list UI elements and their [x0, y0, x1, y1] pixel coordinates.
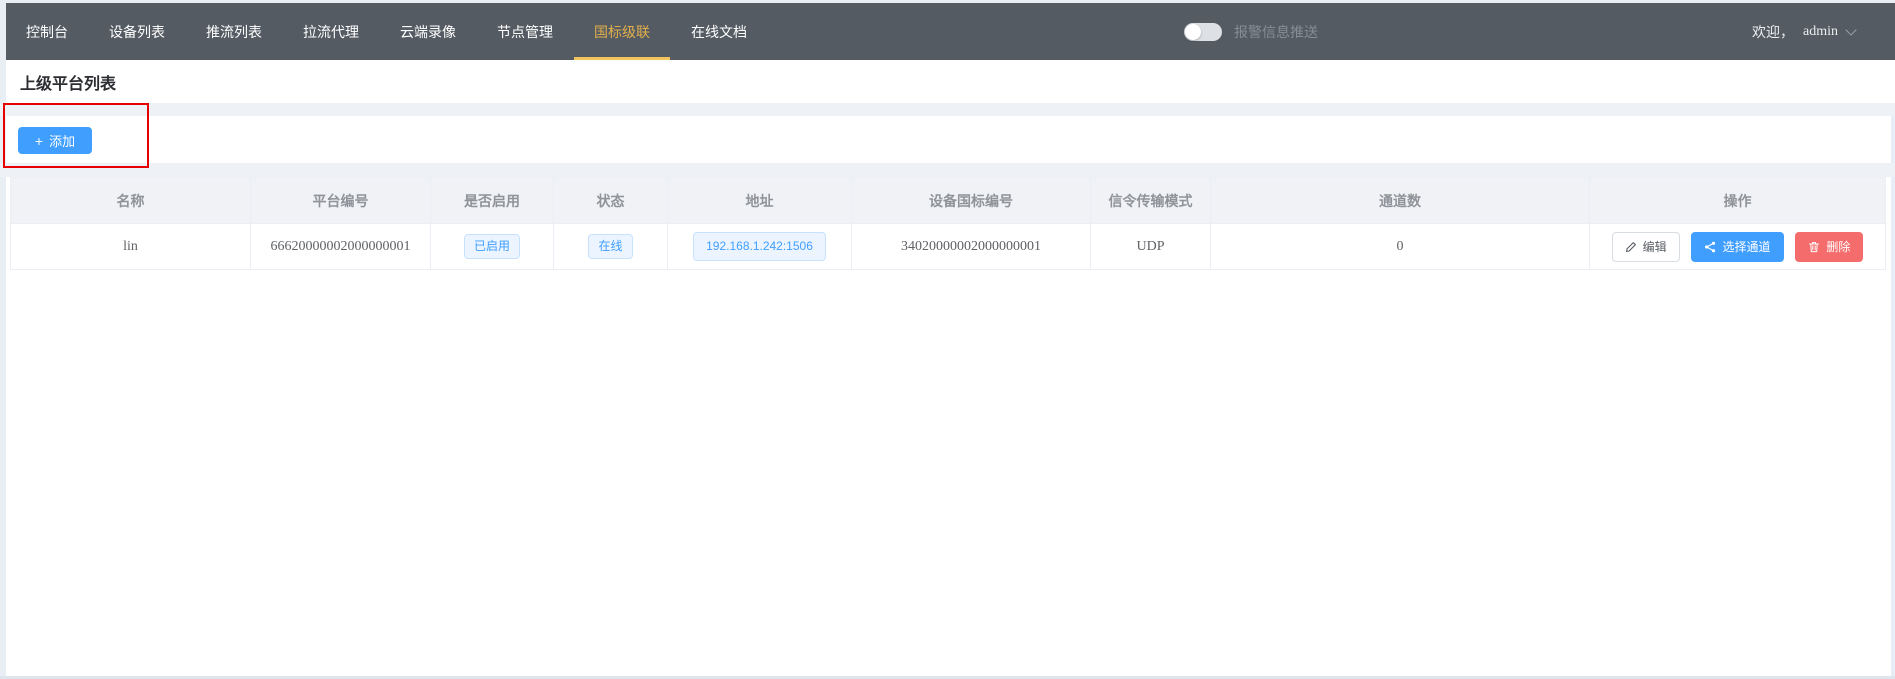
nav-item-push-stream-list[interactable]: 推流列表 [186, 3, 282, 60]
cell-channel-count: 0 [1211, 224, 1590, 270]
header-name: 名称 [11, 178, 251, 224]
enabled-badge: 已启用 [464, 234, 520, 258]
address-link[interactable]: 192.168.1.242:1506 [693, 232, 826, 260]
section-divider-band [0, 163, 1895, 177]
username: admin [1803, 24, 1838, 40]
platform-table: 名称 平台编号 是否启用 状态 地址 设备国标编号 信令传输模式 通道数 操作 … [10, 177, 1885, 270]
alarm-push-toggle[interactable] [1184, 23, 1222, 41]
select-channel-button-label: 选择通道 [1722, 238, 1770, 255]
chevron-down-icon [1845, 24, 1856, 35]
alarm-push-toggle-group: 报警信息推送 [1184, 3, 1318, 60]
edit-button[interactable]: 编辑 [1612, 232, 1680, 262]
cell-gb-device-id: 34020000002000000001 [852, 224, 1091, 270]
nav-item-console[interactable]: 控制台 [6, 3, 88, 60]
nav-menu: 控制台 设备列表 推流列表 拉流代理 云端录像 节点管理 国标级联 在线文档 [6, 3, 767, 60]
nav-item-gb-cascade-active[interactable]: 国标级联 [574, 3, 670, 60]
cell-address: 192.168.1.242:1506 [668, 224, 852, 270]
cell-transport-mode: UDP [1091, 224, 1211, 270]
header-enabled: 是否启用 [431, 178, 554, 224]
alarm-push-label: 报警信息推送 [1234, 22, 1318, 42]
header-address: 地址 [668, 178, 852, 224]
nav-item-cloud-recording[interactable]: 云端录像 [380, 3, 476, 60]
select-channel-button[interactable]: 选择通道 [1691, 232, 1783, 262]
table-header-row: 名称 平台编号 是否启用 状态 地址 设备国标编号 信令传输模式 通道数 操作 [11, 178, 1886, 224]
header-status: 状态 [554, 178, 668, 224]
header-transport-mode: 信令传输模式 [1091, 178, 1211, 224]
scrollbar-track[interactable] [1891, 60, 1895, 679]
add-button-label: 添加 [49, 131, 75, 150]
section-divider-band [0, 103, 1895, 116]
header-platform-id: 平台编号 [251, 178, 431, 224]
delete-button-label: 删除 [1826, 238, 1850, 255]
nav-item-device-list[interactable]: 设备列表 [89, 3, 185, 60]
trash-icon [1808, 241, 1820, 253]
welcome-text: 欢迎， [1752, 22, 1794, 42]
table-row: lin 66620000002000000001 已启用 在线 192.168.… [11, 224, 1886, 270]
status-badge: 在线 [588, 234, 632, 258]
cell-platform-id: 66620000002000000001 [251, 224, 431, 270]
header-actions: 操作 [1590, 178, 1886, 224]
header-channel-count: 通道数 [1211, 178, 1590, 224]
cell-enabled: 已启用 [431, 224, 554, 270]
cell-actions: 编辑 选择通道 [1590, 224, 1886, 270]
add-button[interactable]: + 添加 [18, 127, 92, 154]
delete-button[interactable]: 删除 [1795, 232, 1863, 262]
nav-item-node-management[interactable]: 节点管理 [477, 3, 573, 60]
page-title: 上级平台列表 [20, 70, 116, 94]
header-gb-device-id: 设备国标编号 [852, 178, 1091, 224]
nav-item-pull-stream-proxy[interactable]: 拉流代理 [283, 3, 379, 60]
edit-button-label: 编辑 [1643, 238, 1667, 255]
nav-item-online-docs[interactable]: 在线文档 [671, 3, 767, 60]
page-header: 上级平台列表 [6, 60, 1895, 103]
toggle-knob [1185, 24, 1201, 40]
top-navbar: 控制台 设备列表 推流列表 拉流代理 云端录像 节点管理 国标级联 在线文档 报… [6, 3, 1895, 60]
pencil-icon [1625, 241, 1637, 253]
share-icon [1704, 241, 1716, 253]
cell-status: 在线 [554, 224, 668, 270]
plus-icon: + [35, 134, 43, 148]
user-menu[interactable]: 欢迎， admin [1752, 3, 1855, 60]
cell-name: lin [11, 224, 251, 270]
